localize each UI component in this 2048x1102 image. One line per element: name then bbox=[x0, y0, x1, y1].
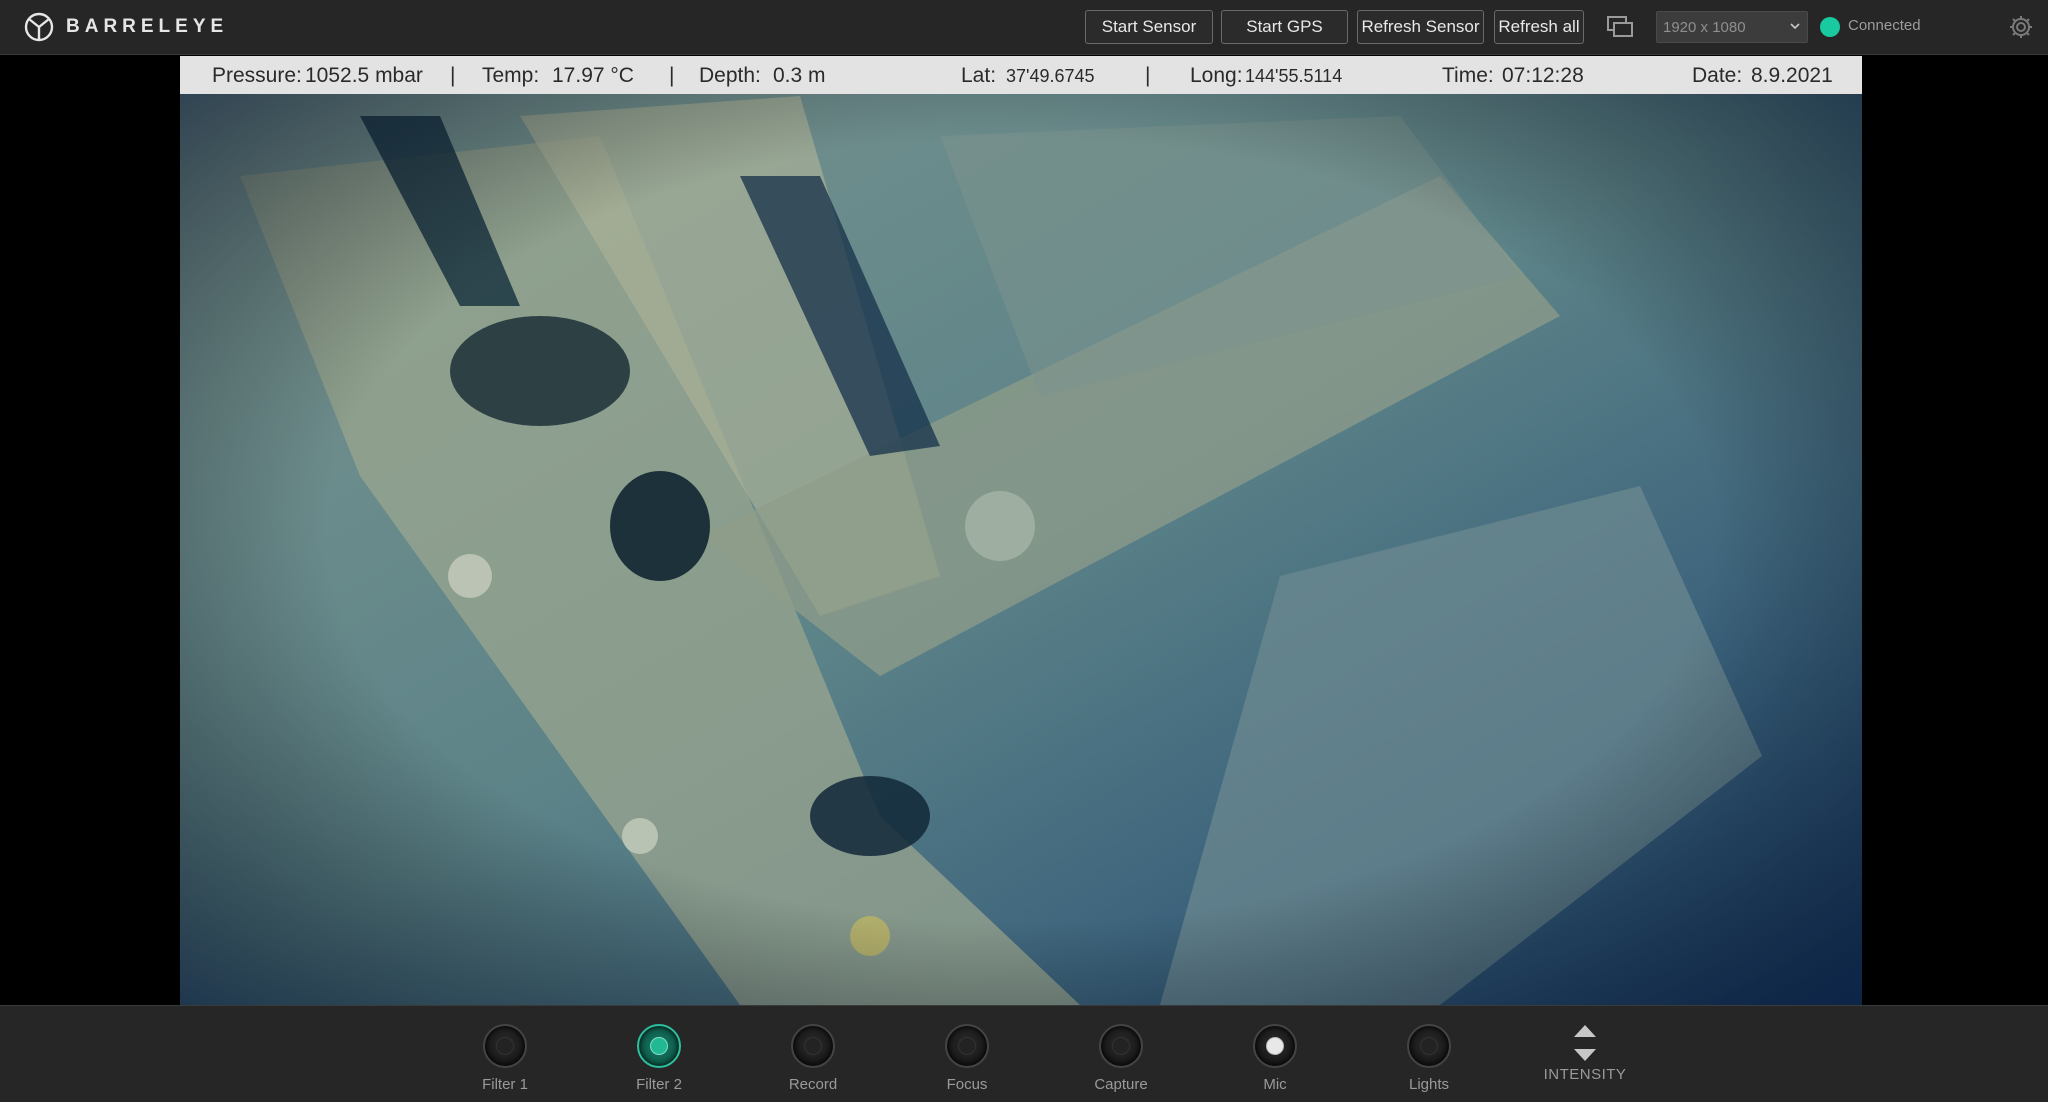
refresh-all-button[interactable]: Refresh all bbox=[1494, 10, 1584, 44]
control-label: Filter 1 bbox=[482, 1076, 528, 1093]
start-gps-button[interactable]: Start GPS bbox=[1221, 10, 1348, 44]
long-label: Long: bbox=[1190, 64, 1243, 87]
video-feed[interactable] bbox=[180, 56, 1862, 1005]
intensity-control: INTENSITY bbox=[1520, 1024, 1650, 1083]
focus-knob-icon[interactable] bbox=[945, 1024, 989, 1068]
screen-toggle-icon[interactable] bbox=[1606, 15, 1634, 39]
underwater-wreck-image bbox=[180, 56, 1862, 1005]
date-label: Date: bbox=[1692, 64, 1743, 87]
control-label: Record bbox=[788, 1076, 838, 1093]
connection-status-dot bbox=[1820, 17, 1840, 37]
filter-2-control[interactable]: Filter 2 bbox=[599, 1024, 719, 1093]
time-label: Time: bbox=[1442, 64, 1494, 87]
mic-control[interactable]: Mic bbox=[1215, 1024, 1335, 1093]
start-sensor-button[interactable]: Start Sensor bbox=[1085, 10, 1213, 44]
date-value: 8.9.2021 bbox=[1751, 64, 1833, 87]
barreleye-logo-icon bbox=[24, 12, 54, 42]
record-control[interactable]: Record bbox=[753, 1024, 873, 1093]
time-value: 07:12:28 bbox=[1502, 64, 1584, 87]
separator: | bbox=[669, 64, 675, 87]
control-label: Filter 2 bbox=[636, 1076, 682, 1093]
depth-value: 0.3 m bbox=[773, 64, 826, 87]
lat-label: Lat: bbox=[961, 64, 997, 87]
capture-control[interactable]: Capture bbox=[1061, 1024, 1181, 1093]
record-knob-icon[interactable] bbox=[791, 1024, 835, 1068]
filter-1-control[interactable]: Filter 1 bbox=[445, 1024, 565, 1093]
lights-knob-icon[interactable] bbox=[1407, 1024, 1451, 1068]
resolution-value: 1920 x 1080 bbox=[1663, 18, 1746, 36]
capture-knob-icon[interactable] bbox=[1099, 1024, 1143, 1068]
chevron-down-icon bbox=[1790, 23, 1800, 30]
mic-icon[interactable] bbox=[1253, 1024, 1297, 1068]
telemetry-bar: Pressure: 1052.5 mbar | Temp: 17.97 °C |… bbox=[180, 56, 1862, 94]
brand-name: BARRELEYE bbox=[66, 16, 229, 37]
control-bar: Filter 1 Filter 2 Record Focus Capture M… bbox=[0, 1005, 2048, 1102]
separator: | bbox=[1145, 64, 1151, 87]
lat-value: 37'49.6745 bbox=[1006, 66, 1095, 86]
triangle-down-icon[interactable] bbox=[1572, 1048, 1598, 1062]
app-logo: BARRELEYE bbox=[24, 12, 228, 42]
pressure-value: 1052.5 mbar bbox=[305, 64, 423, 87]
pressure-label: Pressure: bbox=[212, 64, 302, 87]
control-label: Mic bbox=[1263, 1076, 1287, 1093]
filter-1-knob-icon[interactable] bbox=[483, 1024, 527, 1068]
separator: | bbox=[450, 64, 456, 87]
temp-value: 17.97 °C bbox=[552, 64, 634, 87]
long-value: 144'55.5114 bbox=[1245, 66, 1343, 86]
control-label: Capture bbox=[1094, 1076, 1148, 1093]
gear-icon[interactable] bbox=[2008, 14, 2034, 40]
resolution-select[interactable]: 1920 x 1080 bbox=[1656, 11, 1808, 43]
control-label: Focus bbox=[946, 1076, 988, 1093]
lights-control[interactable]: Lights bbox=[1369, 1024, 1489, 1093]
connection-status-text: Connected bbox=[1848, 17, 1921, 34]
depth-label: Depth: bbox=[699, 64, 761, 87]
focus-control[interactable]: Focus bbox=[907, 1024, 1027, 1093]
filter-2-knob-icon[interactable] bbox=[637, 1024, 681, 1068]
triangle-up-icon[interactable] bbox=[1572, 1024, 1598, 1038]
intensity-label: INTENSITY bbox=[1543, 1066, 1627, 1083]
top-toolbar: BARRELEYE Start Sensor Start GPS Refresh… bbox=[0, 0, 2048, 55]
temp-label: Temp: bbox=[482, 64, 540, 87]
refresh-sensor-button[interactable]: Refresh Sensor bbox=[1357, 10, 1484, 44]
control-label: Lights bbox=[1408, 1076, 1450, 1093]
